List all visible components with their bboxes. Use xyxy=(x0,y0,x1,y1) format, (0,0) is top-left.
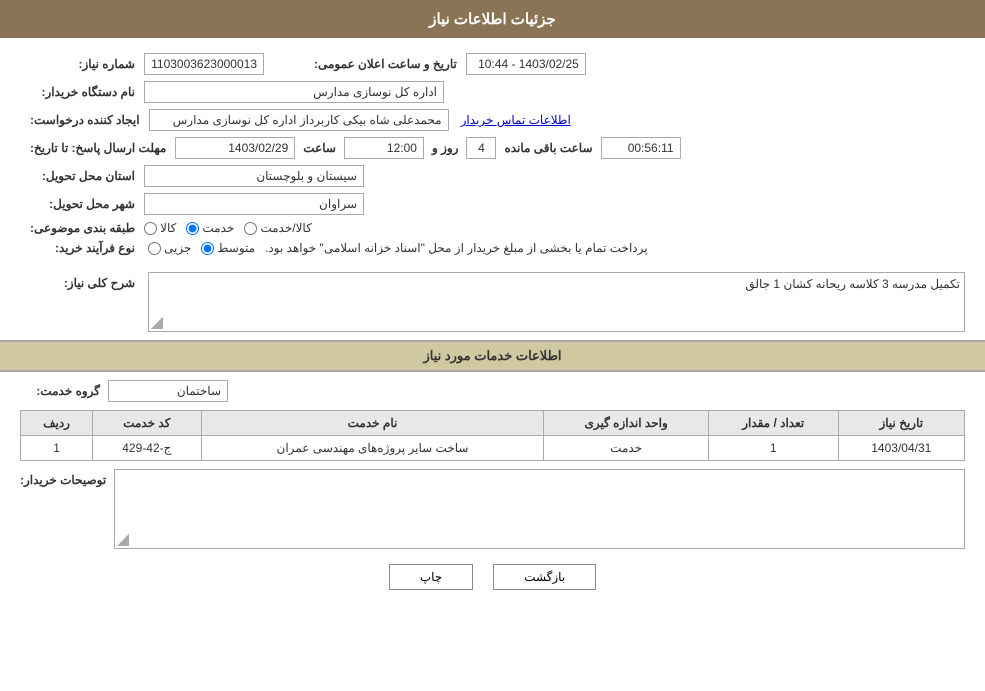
col-quantity: تعداد / مقدار xyxy=(708,411,838,436)
print-button[interactable]: چاپ xyxy=(389,564,473,590)
category-radio-khedmat[interactable] xyxy=(186,222,199,235)
process-option-jozi[interactable]: جزیی xyxy=(148,241,191,255)
process-jozi-label: جزیی xyxy=(164,241,191,255)
category-kala-khedmat-label: کالا/خدمت xyxy=(260,221,311,235)
page-title: جزئیات اطلاعات نیاز xyxy=(0,0,985,38)
deadline-days: 4 xyxy=(466,137,496,159)
city-value: سراوان xyxy=(144,193,364,215)
category-radio-group: کالا/خدمت خدمت کالا xyxy=(144,221,312,235)
process-label: نوع فرآیند خرید: xyxy=(20,241,140,255)
cell-service_code: ج-42-429 xyxy=(93,436,202,461)
cell-need_date: 1403/04/31 xyxy=(838,436,964,461)
deadline-label: مهلت ارسال پاسخ: تا تاریخ: xyxy=(20,141,171,155)
cell-quantity: 1 xyxy=(708,436,838,461)
buttons-row: بازگشت چاپ xyxy=(0,564,985,590)
category-radio-kala[interactable] xyxy=(144,222,157,235)
creator-value: محمدعلی شاه بیکی کاربرداز اداره کل نوساز… xyxy=(149,109,449,131)
deadline-remaining-label: ساعت باقی مانده xyxy=(500,141,596,155)
process-mutavassit-label: متوسط xyxy=(217,241,255,255)
process-note: پرداخت تمام یا بخشی از مبلغ خریدار از مح… xyxy=(265,241,648,255)
col-need-date: تاریخ نیاز xyxy=(838,411,964,436)
creator-link[interactable]: اطلاعات تماس خریدار xyxy=(453,113,571,127)
process-option-mutavassit[interactable]: متوسط xyxy=(201,241,255,255)
creator-label: ایجاد کننده درخواست: xyxy=(20,113,145,127)
category-khedmat-label: خدمت xyxy=(202,221,234,235)
province-value: سیستان و بلوچستان xyxy=(144,165,364,187)
services-section-header: اطلاعات خدمات مورد نیاز xyxy=(0,340,985,372)
deadline-remaining: 00:56:11 xyxy=(601,137,681,159)
process-radio-jozi[interactable] xyxy=(148,242,161,255)
col-service-name: نام خدمت xyxy=(201,411,544,436)
category-label: طبقه بندی موضوعی: xyxy=(20,221,140,235)
category-option-kala[interactable]: کالا xyxy=(144,221,176,235)
city-label: شهر محل تحویل: xyxy=(20,197,140,211)
category-option-khedmat[interactable]: خدمت xyxy=(186,221,234,235)
col-service-code: کد خدمت xyxy=(93,411,202,436)
col-unit: واحد اندازه گیری xyxy=(544,411,708,436)
deadline-days-label: روز و xyxy=(428,141,463,155)
deadline-time: 12:00 xyxy=(344,137,424,159)
cell-unit: خدمت xyxy=(544,436,708,461)
need-number-label: شماره نیاز: xyxy=(20,57,140,71)
category-kala-label: کالا xyxy=(160,221,176,235)
description-text: تکمیل مدرسه 3 کلاسه ریحانه کشان 1 جالق xyxy=(153,277,960,291)
buyer-name-label: نام دستگاه خریدار: xyxy=(20,85,140,99)
province-label: استان محل تحویل: xyxy=(20,169,140,183)
table-row: 1403/04/311خدمتساخت سایر پروژه‌های مهندس… xyxy=(21,436,965,461)
service-group-label: گروه خدمت: xyxy=(20,384,100,398)
buyer-notes-row: توصیحات خریدار: xyxy=(20,469,965,549)
cell-service_name: ساخت سایر پروژه‌های مهندسی عمران xyxy=(201,436,544,461)
need-number-value: 1103003623000013 xyxy=(144,53,264,75)
deadline-date: 1403/02/29 xyxy=(175,137,295,159)
category-radio-kala-khedmat[interactable] xyxy=(244,222,257,235)
process-radio-group: متوسط جزیی xyxy=(148,241,255,255)
cell-row_number: 1 xyxy=(21,436,93,461)
service-group-value: ساختمان xyxy=(108,380,228,402)
category-option-kala-khedmat[interactable]: کالا/خدمت xyxy=(244,221,311,235)
announce-date-label: تاریخ و ساعت اعلان عمومی: xyxy=(304,57,462,71)
buyer-notes-box xyxy=(114,469,965,549)
process-radio-mutavassit[interactable] xyxy=(201,242,214,255)
services-table-container: تاریخ نیاز تعداد / مقدار واحد اندازه گیر… xyxy=(20,410,965,461)
notes-resize-handle[interactable] xyxy=(117,534,129,546)
buyer-name-value: اداره کل نوسازی مدارس xyxy=(144,81,444,103)
deadline-time-label: ساعت xyxy=(299,141,340,155)
back-button[interactable]: بازگشت xyxy=(493,564,596,590)
services-table: تاریخ نیاز تعداد / مقدار واحد اندازه گیر… xyxy=(20,410,965,461)
buyer-notes-label: توصیحات خریدار: xyxy=(20,469,106,487)
resize-handle[interactable] xyxy=(151,317,163,329)
col-row-number: ردیف xyxy=(21,411,93,436)
announce-date-value: 1403/02/25 - 10:44 xyxy=(466,53,586,75)
description-label: شرح کلی نیاز: xyxy=(20,272,140,290)
description-box: تکمیل مدرسه 3 کلاسه ریحانه کشان 1 جالق xyxy=(148,272,965,332)
